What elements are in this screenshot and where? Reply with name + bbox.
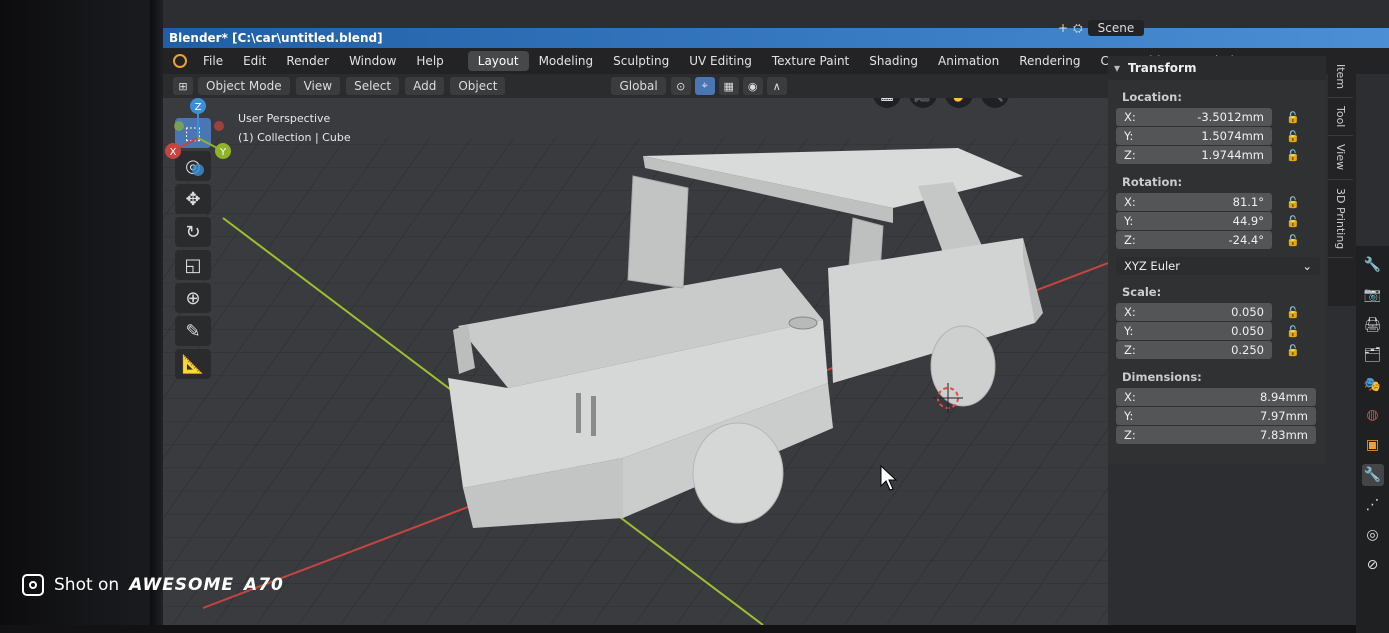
- scene-selector[interactable]: Scene: [1087, 20, 1145, 36]
- physics-icon[interactable]: ◎: [1362, 524, 1384, 546]
- menu-render[interactable]: Render: [276, 54, 339, 68]
- scale-y-field[interactable]: Y: 0.050: [1116, 322, 1272, 340]
- watermark-brand: AWESOME: [129, 575, 235, 595]
- menu-add[interactable]: Add: [405, 77, 445, 95]
- tab-sculpting[interactable]: Sculpting: [603, 51, 679, 71]
- menu-edit[interactable]: Edit: [233, 54, 276, 68]
- scene-properties-icon[interactable]: 🎭: [1362, 374, 1384, 396]
- sidebar-tab-item[interactable]: Item: [1328, 56, 1353, 99]
- annotate-tool-icon[interactable]: ✎: [175, 316, 211, 346]
- properties-tab-bar: 🔧 📷 🖨 🗂 🎭 ◍ ▣ 🔧 ⋰ ◎ ⊘: [1356, 246, 1389, 633]
- scale-z-field[interactable]: Z: 0.250: [1116, 341, 1272, 359]
- sidebar-tab-view[interactable]: View: [1328, 136, 1353, 180]
- watermark-prefix: Shot on: [54, 575, 120, 595]
- lock-icon[interactable]: 🔓: [1286, 215, 1300, 228]
- location-label: Location:: [1122, 90, 1182, 104]
- blender-window: Blender* [C:\car\untitled.blend] + ⛭ Sce…: [163, 0, 1389, 633]
- 3d-viewport[interactable]: User Perspective (1) Collection | Cube ⬚…: [163, 98, 1108, 625]
- monitor-bezel: [0, 0, 175, 625]
- dimensions-label: Dimensions:: [1122, 370, 1202, 384]
- scale-x-field[interactable]: X: 0.050: [1116, 303, 1272, 321]
- menu-help[interactable]: Help: [406, 54, 453, 68]
- lock-icon[interactable]: 🔓: [1286, 196, 1300, 209]
- view-layer-icon[interactable]: 🗂: [1362, 344, 1384, 366]
- sidebar-tab-3d-printing[interactable]: 3D Printing: [1328, 180, 1353, 258]
- render-properties-icon[interactable]: 📷: [1362, 284, 1384, 306]
- snap-target-icon[interactable]: ▦: [718, 77, 739, 95]
- orientation-selector[interactable]: Global: [611, 77, 666, 95]
- particles-icon[interactable]: ⋰: [1362, 494, 1384, 516]
- lock-icon[interactable]: 🔓: [1286, 130, 1300, 143]
- transform-panel: Transform Location: X:-3.5012mm 🔓 Y:1.507…: [1108, 56, 1326, 464]
- blender-logo-icon[interactable]: [173, 54, 187, 68]
- camera-watermark: Shot on AWESOME A70: [22, 574, 284, 596]
- tab-layout[interactable]: Layout: [467, 51, 529, 71]
- world-properties-icon[interactable]: ◍: [1362, 404, 1384, 426]
- scale-label: Scale:: [1122, 285, 1162, 299]
- watermark-model: A70: [244, 575, 284, 595]
- rotation-x-field[interactable]: X: 81.1°: [1116, 193, 1272, 211]
- rotation-y-field[interactable]: Y: 44.9°: [1116, 212, 1272, 230]
- tab-shading[interactable]: Shading: [859, 51, 928, 71]
- constraints-icon[interactable]: ⊘: [1362, 554, 1384, 576]
- tool-properties-icon[interactable]: 🔧: [1362, 254, 1384, 276]
- rotation-mode-dropdown[interactable]: XYZ Euler ⌄: [1116, 257, 1320, 275]
- location-z-field[interactable]: Z: 1.9744mm: [1116, 146, 1272, 164]
- tab-modeling[interactable]: Modeling: [529, 51, 604, 71]
- modifier-properties-icon[interactable]: 🔧: [1361, 464, 1384, 486]
- rotation-z-field[interactable]: Z: -24.4°: [1116, 231, 1272, 249]
- object-properties-icon[interactable]: ▣: [1362, 434, 1384, 456]
- rotation-label: Rotation:: [1122, 175, 1183, 189]
- gizmo-z-label: Z: [195, 102, 202, 113]
- location-x-field[interactable]: X: -3.5012mm: [1116, 108, 1272, 126]
- chevron-down-icon: ⌄: [1302, 259, 1312, 273]
- move-tool-icon[interactable]: ✥: [175, 184, 211, 214]
- menu-file[interactable]: File: [193, 54, 233, 68]
- scene-icon: ⛭: [1073, 20, 1083, 35]
- dimensions-z-field[interactable]: Z: 7.83mm: [1116, 426, 1316, 444]
- tab-rendering[interactable]: Rendering: [1009, 51, 1090, 71]
- editor-type-icon[interactable]: ⊞: [173, 77, 193, 95]
- output-properties-icon[interactable]: 🖨: [1362, 314, 1384, 336]
- camera-icon: [22, 574, 44, 596]
- tab-animation[interactable]: Animation: [928, 51, 1009, 71]
- gizmo-y-label: Y: [219, 147, 227, 158]
- tab-uv-editing[interactable]: UV Editing: [679, 51, 762, 71]
- measure-tool-icon[interactable]: 📐: [175, 349, 211, 379]
- proportional-edit-icon[interactable]: ◉: [742, 77, 763, 95]
- viewport-perspective-label: User Perspective: [238, 112, 331, 125]
- tab-texture-paint[interactable]: Texture Paint: [762, 51, 859, 71]
- pivot-icon[interactable]: ⊙: [670, 77, 691, 95]
- snap-icon[interactable]: ⌖: [694, 77, 715, 95]
- menu-object[interactable]: Object: [450, 77, 506, 95]
- lock-icon[interactable]: 🔓: [1286, 344, 1300, 357]
- menu-view[interactable]: View: [295, 77, 341, 95]
- falloff-icon[interactable]: ∧: [766, 77, 787, 95]
- lock-icon[interactable]: 🔓: [1286, 149, 1300, 162]
- dimensions-x-field[interactable]: X: 8.94mm: [1116, 388, 1316, 406]
- lock-icon[interactable]: 🔓: [1286, 306, 1300, 319]
- gizmo-x-label: X: [170, 147, 177, 158]
- sidebar-tabs: Item Tool View 3D Printing: [1328, 56, 1356, 306]
- transform-header[interactable]: Transform: [1108, 56, 1326, 80]
- location-y-field[interactable]: Y: 1.5074mm: [1116, 127, 1272, 145]
- menu-select[interactable]: Select: [346, 77, 400, 95]
- window-title: Blender* [C:\car\untitled.blend]: [163, 28, 1389, 48]
- transform-tool-icon[interactable]: ⊕: [175, 283, 211, 313]
- lock-icon[interactable]: 🔓: [1286, 325, 1300, 338]
- header-right: + ⛭ Scene: [1058, 20, 1145, 36]
- dimensions-y-field[interactable]: Y: 7.97mm: [1116, 407, 1316, 425]
- viewport-scene: [163, 98, 1108, 625]
- viewport-collection-label: (1) Collection | Cube: [238, 131, 351, 144]
- sidebar-tab-tool[interactable]: Tool: [1328, 98, 1353, 137]
- lock-icon[interactable]: 🔓: [1286, 111, 1300, 124]
- navigation-gizmo[interactable]: Z X Y: [163, 98, 233, 178]
- scale-tool-icon[interactable]: ◱: [175, 250, 211, 280]
- viewport-header: ⊞ Object Mode View Select Add Object Glo…: [163, 74, 1108, 98]
- lock-icon[interactable]: 🔓: [1286, 234, 1300, 247]
- add-workspace-button[interactable]: +: [1058, 21, 1068, 35]
- mode-selector[interactable]: Object Mode: [198, 77, 290, 95]
- menu-window[interactable]: Window: [339, 54, 406, 68]
- rotate-tool-icon[interactable]: ↻: [175, 217, 211, 247]
